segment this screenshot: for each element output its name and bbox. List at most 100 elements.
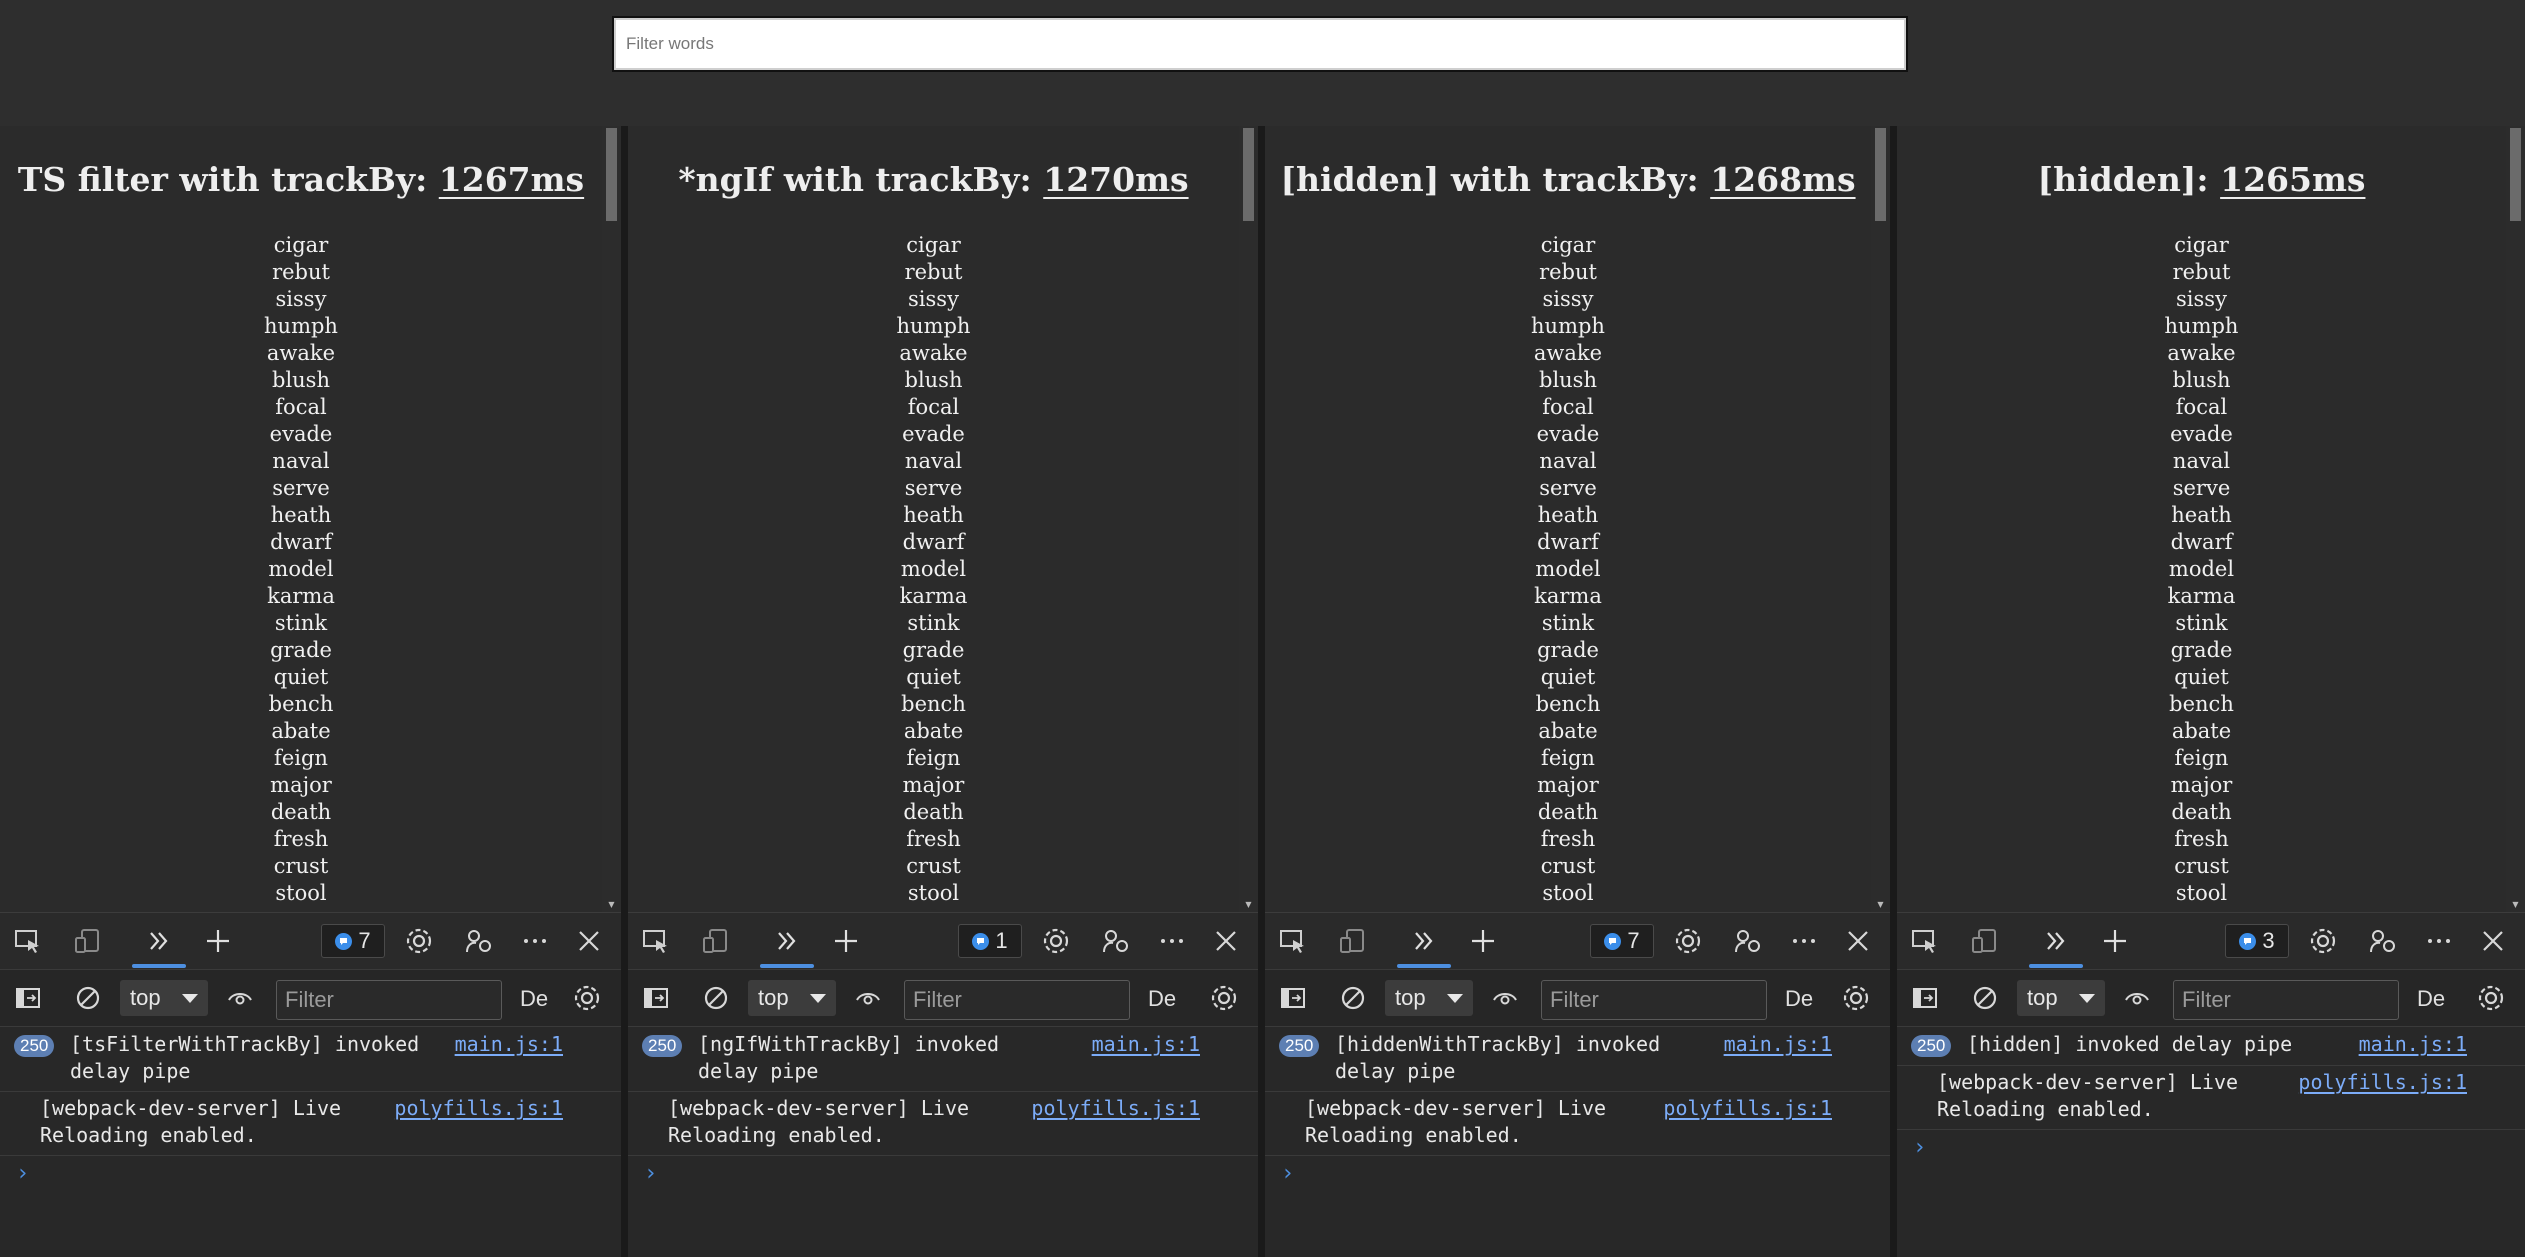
vertical-scrollbar[interactable]: ▲▼ xyxy=(2506,126,2525,912)
more-options-icon[interactable] xyxy=(1786,923,1822,959)
console-message: 250 [ngIfWithTrackBy] invoked delay pipe ma… xyxy=(628,1027,1258,1092)
console-filter-input[interactable] xyxy=(904,980,1130,1020)
pane-divider[interactable] xyxy=(621,126,628,1257)
source-link[interactable]: polyfills.js:1 xyxy=(2298,1069,2467,1096)
scrollbar-thumb[interactable] xyxy=(1875,128,1886,221)
device-emulation-icon[interactable] xyxy=(1335,923,1371,959)
scroll-down-arrow-icon[interactable]: ▼ xyxy=(1871,898,1890,912)
scroll-down-arrow-icon[interactable]: ▼ xyxy=(2506,898,2525,912)
console-settings-gear-icon[interactable] xyxy=(1838,980,1874,1016)
add-tool-icon[interactable] xyxy=(200,923,236,959)
inspect-element-icon[interactable] xyxy=(638,923,674,959)
inspect-element-icon[interactable] xyxy=(10,923,46,959)
context-selector[interactable]: top xyxy=(748,980,836,1016)
connect-device-icon[interactable] xyxy=(1098,923,1134,959)
context-selector[interactable]: top xyxy=(1385,980,1473,1016)
more-options-icon[interactable] xyxy=(2421,923,2457,959)
close-devtools-icon[interactable] xyxy=(571,923,607,959)
add-tool-icon[interactable] xyxy=(2097,923,2133,959)
benchmark-title: [hidden]: 1265ms xyxy=(1897,160,2506,199)
source-link[interactable]: main.js:1 xyxy=(1092,1031,1200,1058)
source-link[interactable]: main.js:1 xyxy=(455,1031,563,1058)
vertical-scrollbar[interactable]: ▲▼ xyxy=(1871,126,1890,912)
issues-counter-button[interactable]: 1 xyxy=(958,924,1022,958)
more-tools-chevron-icon[interactable] xyxy=(2038,923,2074,959)
console-filter-input[interactable] xyxy=(2173,980,2399,1020)
settings-gear-icon[interactable] xyxy=(1670,923,1706,959)
console-prompt-icon[interactable]: › xyxy=(1913,1135,1926,1160)
settings-gear-icon[interactable] xyxy=(2305,923,2341,959)
console-prompt-icon[interactable]: › xyxy=(1281,1161,1294,1186)
vertical-scrollbar[interactable]: ▲▼ xyxy=(1239,126,1258,912)
clear-console-icon[interactable] xyxy=(1967,980,2003,1016)
console-settings-gear-icon[interactable] xyxy=(2473,980,2509,1016)
close-devtools-icon[interactable] xyxy=(1840,923,1876,959)
close-devtools-icon[interactable] xyxy=(2475,923,2511,959)
clear-console-icon[interactable] xyxy=(70,980,106,1016)
live-expression-eye-icon[interactable] xyxy=(1487,980,1523,1016)
show-sidebar-icon[interactable] xyxy=(638,980,674,1016)
source-link[interactable]: polyfills.js:1 xyxy=(1663,1095,1832,1122)
add-tool-icon[interactable] xyxy=(828,923,864,959)
connect-device-icon[interactable] xyxy=(2365,923,2401,959)
context-selector[interactable]: top xyxy=(2017,980,2105,1016)
console-filter-input[interactable] xyxy=(1541,980,1767,1020)
inspect-element-icon[interactable] xyxy=(1907,923,1943,959)
source-link[interactable]: polyfills.js:1 xyxy=(1031,1095,1200,1122)
settings-gear-icon[interactable] xyxy=(1038,923,1074,959)
console-settings-gear-icon[interactable] xyxy=(569,980,605,1016)
issues-counter-button[interactable]: 3 xyxy=(2225,924,2289,958)
more-tools-chevron-icon[interactable] xyxy=(769,923,805,959)
scrollbar-thumb[interactable] xyxy=(2510,128,2521,221)
benchmark-title: [hidden] with trackBy: 1268ms xyxy=(1265,160,1871,199)
connect-device-icon[interactable] xyxy=(461,923,497,959)
device-emulation-icon[interactable] xyxy=(1967,923,2003,959)
word-item: bench xyxy=(1535,692,1601,716)
more-options-icon[interactable] xyxy=(517,923,553,959)
console-message: 250 [hiddenWithTrackBy] invoked delay pipe… xyxy=(1265,1027,1890,1092)
add-tool-icon[interactable] xyxy=(1465,923,1501,959)
scrollbar-thumb[interactable] xyxy=(606,128,617,221)
device-emulation-icon[interactable] xyxy=(698,923,734,959)
show-sidebar-icon[interactable] xyxy=(10,980,46,1016)
close-devtools-icon[interactable] xyxy=(1208,923,1244,959)
connect-device-icon[interactable] xyxy=(1730,923,1766,959)
console-prompt-icon[interactable]: › xyxy=(16,1161,29,1186)
more-tools-chevron-icon[interactable] xyxy=(141,923,177,959)
more-options-icon[interactable] xyxy=(1154,923,1190,959)
clear-console-icon[interactable] xyxy=(1335,980,1371,1016)
source-link[interactable]: main.js:1 xyxy=(2359,1031,2467,1058)
settings-gear-icon[interactable] xyxy=(401,923,437,959)
issues-counter-button[interactable]: 7 xyxy=(321,924,385,958)
log-levels-dropdown[interactable]: De xyxy=(1148,986,1176,1012)
live-expression-eye-icon[interactable] xyxy=(222,980,258,1016)
log-levels-dropdown[interactable]: De xyxy=(520,986,548,1012)
pane-divider[interactable] xyxy=(1890,126,1897,1257)
issues-counter-button[interactable]: 7 xyxy=(1590,924,1654,958)
device-emulation-icon[interactable] xyxy=(70,923,106,959)
live-expression-eye-icon[interactable] xyxy=(2119,980,2155,1016)
show-sidebar-icon[interactable] xyxy=(1907,980,1943,1016)
app-view: TS filter with trackBy: 1267ms cigar rebut… xyxy=(0,126,621,912)
log-levels-dropdown[interactable]: De xyxy=(1785,986,1813,1012)
clear-console-icon[interactable] xyxy=(698,980,734,1016)
scrollbar-thumb[interactable] xyxy=(1243,128,1254,221)
word-item: fresh xyxy=(1540,827,1596,851)
vertical-scrollbar[interactable]: ▲▼ xyxy=(602,126,621,912)
source-link[interactable]: main.js:1 xyxy=(1724,1031,1832,1058)
log-levels-dropdown[interactable]: De xyxy=(2417,986,2445,1012)
scroll-down-arrow-icon[interactable]: ▼ xyxy=(602,898,621,912)
inspect-element-icon[interactable] xyxy=(1275,923,1311,959)
console-filter-input[interactable] xyxy=(276,980,502,1020)
filter-words-input[interactable] xyxy=(612,16,1908,72)
source-link[interactable]: polyfills.js:1 xyxy=(394,1095,563,1122)
context-selector[interactable]: top xyxy=(120,980,208,1016)
message-line: Reloading enabled. xyxy=(1937,1097,2154,1121)
console-prompt-icon[interactable]: › xyxy=(644,1161,657,1186)
pane-divider[interactable] xyxy=(1258,126,1265,1257)
live-expression-eye-icon[interactable] xyxy=(850,980,886,1016)
scroll-down-arrow-icon[interactable]: ▼ xyxy=(1239,898,1258,912)
console-settings-gear-icon[interactable] xyxy=(1206,980,1242,1016)
show-sidebar-icon[interactable] xyxy=(1275,980,1311,1016)
more-tools-chevron-icon[interactable] xyxy=(1406,923,1442,959)
